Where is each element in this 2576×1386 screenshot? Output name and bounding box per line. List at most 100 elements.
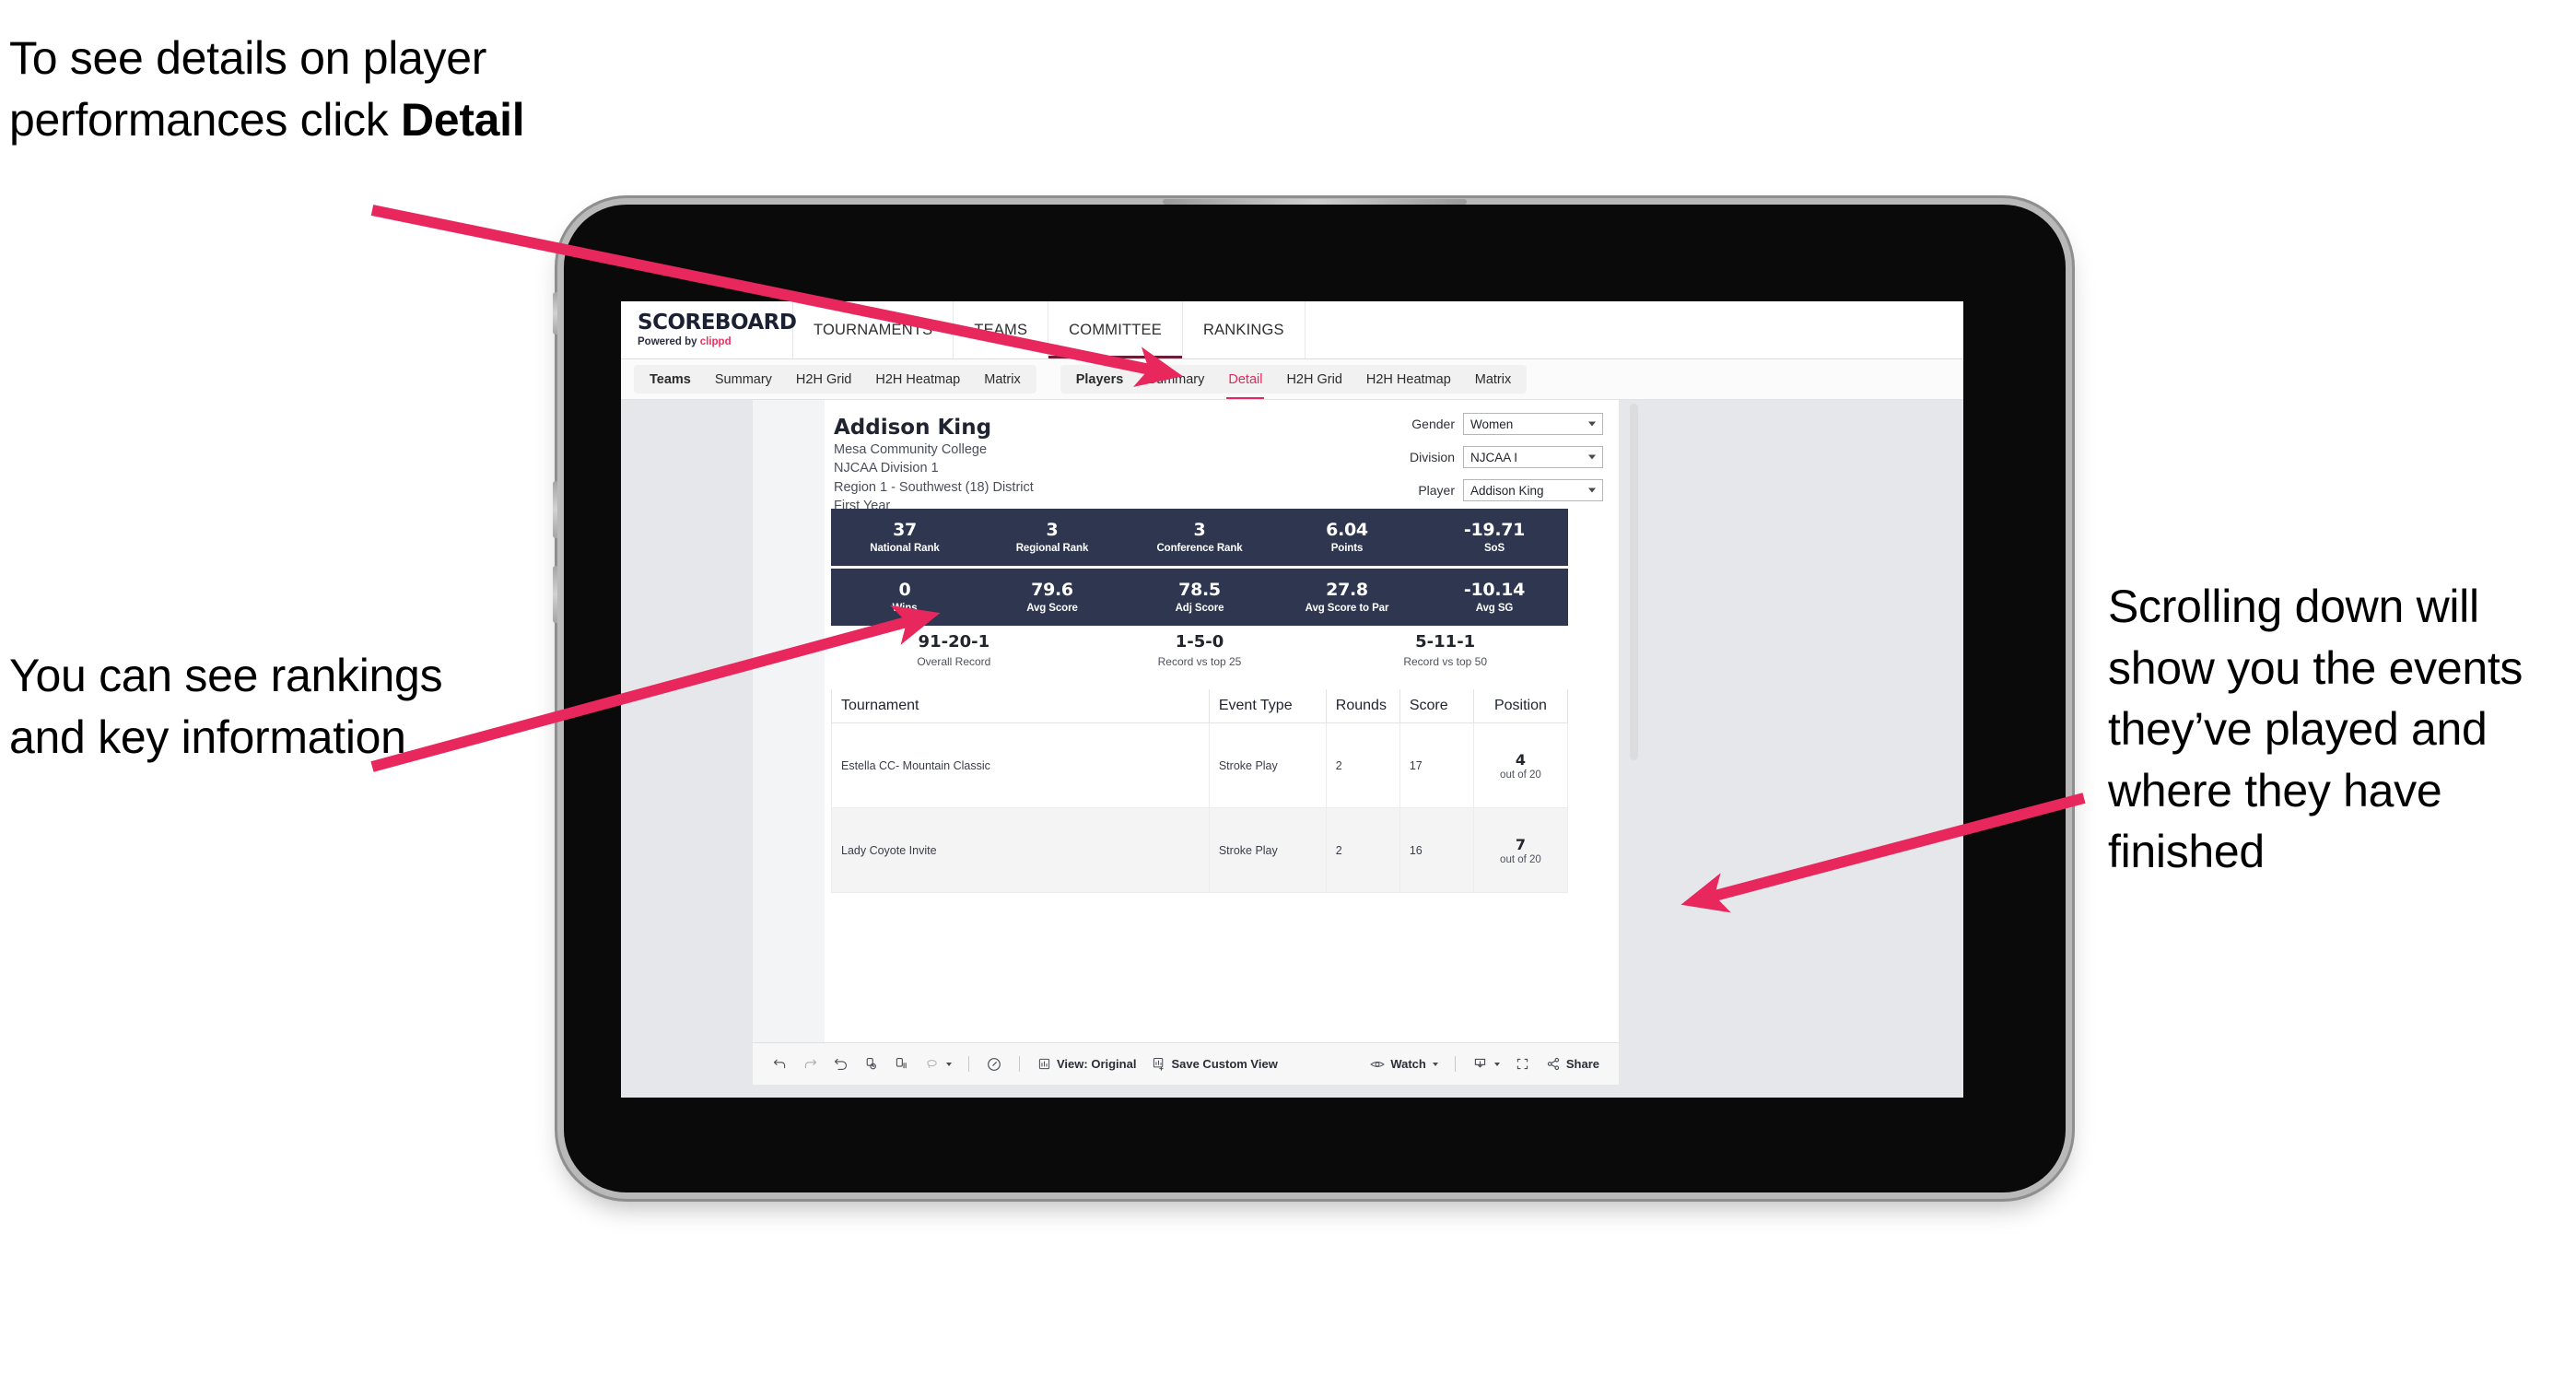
tabgroup-label-players: Players bbox=[1075, 371, 1124, 387]
annotation-detail-tab: To see details on player performances cl… bbox=[9, 28, 599, 150]
lasso-icon bbox=[927, 1060, 937, 1068]
topnav-item-teams[interactable]: TEAMS bbox=[954, 301, 1049, 358]
filter-value-player: Addison King bbox=[1470, 483, 1544, 498]
view-original-label: View: Original bbox=[1057, 1057, 1137, 1071]
chevron-down-icon bbox=[946, 1062, 952, 1066]
tab-players-detail[interactable]: Detail bbox=[1216, 365, 1274, 399]
toolbar-divider bbox=[968, 1056, 969, 1072]
redo-icon bbox=[804, 1059, 817, 1069]
vertical-scrollbar[interactable] bbox=[1630, 404, 1638, 760]
redo-button[interactable] bbox=[796, 1051, 825, 1078]
tab-teams-summary[interactable]: Summary bbox=[703, 365, 784, 393]
stat-value: 78.5 bbox=[1178, 579, 1221, 600]
refresh-button[interactable] bbox=[857, 1051, 885, 1078]
tab-players-h2h-heatmap[interactable]: H2H Heatmap bbox=[1354, 365, 1463, 393]
topnav-item-tournaments[interactable]: TOURNAMENTS bbox=[793, 301, 954, 358]
filter-select-division[interactable]: NJCAA I bbox=[1463, 446, 1603, 468]
pause-button[interactable] bbox=[887, 1051, 916, 1078]
position-number: 7 bbox=[1515, 835, 1526, 853]
tab-players-matrix[interactable]: Matrix bbox=[1463, 365, 1523, 393]
stat-regional-rank: 3 Regional Rank bbox=[978, 519, 1126, 555]
chevron-down-icon bbox=[1588, 487, 1596, 493]
column-header-position[interactable]: Position bbox=[1472, 689, 1569, 723]
column-header-tournament[interactable]: Tournament bbox=[831, 689, 1210, 723]
dashboard-sheet-inner: Addison King Mesa Community College NJCA… bbox=[825, 400, 1638, 1042]
record-summary-row: 91-20-1 Overall Record 1-5-0 Record vs t… bbox=[831, 632, 1568, 668]
table-row[interactable]: Estella CC- Mountain Classic Stroke Play… bbox=[831, 722, 1569, 808]
player-name: Addison King bbox=[834, 416, 992, 440]
record-value: 1-5-0 bbox=[1175, 632, 1224, 652]
dashboard-sheet: Addison King Mesa Community College NJCA… bbox=[753, 400, 1638, 1042]
watch-label: Watch bbox=[1390, 1057, 1426, 1071]
position-out-of: out of 20 bbox=[1500, 853, 1541, 865]
stat-label: SoS bbox=[1483, 543, 1505, 555]
share-button[interactable]: Share bbox=[1539, 1051, 1606, 1078]
stat-label: Avg Score to Par bbox=[1305, 603, 1389, 615]
brand-logo[interactable]: SCOREBOARD Powered by clippd bbox=[621, 301, 797, 358]
filter-row-player: Player Addison King bbox=[1367, 479, 1603, 501]
cell-position: 7 out of 20 bbox=[1472, 807, 1569, 893]
tab-teams-matrix[interactable]: Matrix bbox=[972, 365, 1032, 393]
filter-select-gender[interactable]: Women bbox=[1463, 413, 1603, 435]
tabgroup-players: Players Summary Detail H2H Grid H2H Heat… bbox=[1060, 365, 1528, 399]
viz-toolbar-bar: View: Original Save Custom View Watch Sh… bbox=[753, 1042, 1619, 1085]
record-value: 91-20-1 bbox=[918, 632, 990, 652]
topnav-item-committee[interactable]: COMMITTEE bbox=[1048, 301, 1183, 358]
stat-avg-score-to-par: 27.8 Avg Score to Par bbox=[1273, 579, 1421, 615]
tab-teams-h2h-heatmap[interactable]: H2H Heatmap bbox=[863, 365, 972, 393]
position-number: 4 bbox=[1515, 750, 1526, 769]
table-row[interactable]: Lady Coyote Invite Stroke Play 2 16 7 ou… bbox=[831, 807, 1569, 893]
filter-select-player[interactable]: Addison King bbox=[1463, 479, 1603, 501]
brand-clippd: clippd bbox=[699, 336, 732, 347]
topnav-item-rankings[interactable]: RANKINGS bbox=[1183, 301, 1306, 358]
stat-value: 79.6 bbox=[1031, 579, 1073, 600]
cell-position: 4 out of 20 bbox=[1472, 722, 1569, 808]
stat-label: Adj Score bbox=[1175, 603, 1224, 615]
stat-value: 27.8 bbox=[1326, 579, 1368, 600]
revert-button[interactable] bbox=[826, 1051, 855, 1078]
save-custom-view-button[interactable]: Save Custom View bbox=[1144, 1051, 1283, 1078]
tab-players-summary[interactable]: Summary bbox=[1135, 365, 1216, 393]
tournaments-table: Tournament Event Type Rounds Score Posit… bbox=[831, 689, 1569, 893]
stat-avg-score: 79.6 Avg Score bbox=[978, 579, 1126, 615]
tablet-side-button-2 bbox=[553, 481, 557, 538]
tab-teams-h2h-grid[interactable]: H2H Grid bbox=[784, 365, 863, 393]
filter-value-division: NJCAA I bbox=[1470, 450, 1518, 464]
player-school: Mesa Community College bbox=[834, 441, 988, 457]
fullscreen-button[interactable] bbox=[1508, 1051, 1537, 1078]
app-tab-strip: Teams Summary H2H Grid H2H Heatmap Matri… bbox=[621, 359, 1963, 400]
stat-value: 6.04 bbox=[1326, 519, 1368, 540]
filter-row-division: Division NJCAA I bbox=[1367, 446, 1603, 468]
brand-powered-prefix: Powered by bbox=[638, 336, 700, 347]
stat-value: 3 bbox=[1046, 519, 1059, 540]
view-original-button[interactable]: View: Original bbox=[1030, 1051, 1142, 1078]
annotation-rankings: You can see rankings and key information bbox=[9, 650, 443, 763]
brand-powered-by: Powered by clippd bbox=[638, 336, 792, 347]
stat-value: 0 bbox=[898, 579, 911, 600]
watch-button[interactable]: Watch bbox=[1363, 1051, 1445, 1078]
app-top-navigation: SCOREBOARD Powered by clippd TOURNAMENTS… bbox=[621, 301, 1963, 359]
filter-panel: Gender Women Division NJCAA I Player Add… bbox=[1367, 413, 1603, 512]
download-button[interactable] bbox=[1466, 1051, 1506, 1078]
stat-bar-rankings: 37 National Rank 3 Regional Rank 3 Confe… bbox=[831, 509, 1568, 566]
column-header-score[interactable]: Score bbox=[1399, 689, 1474, 723]
undo-dropdown-button[interactable] bbox=[918, 1051, 958, 1078]
download-icon bbox=[1474, 1058, 1486, 1068]
toolbar-divider bbox=[1454, 1056, 1456, 1072]
record-label: Record vs top 25 bbox=[1157, 654, 1242, 668]
tab-players-h2h-grid[interactable]: H2H Grid bbox=[1274, 365, 1353, 393]
cell-tournament: Estella CC- Mountain Classic bbox=[831, 722, 1210, 808]
view-icon bbox=[1038, 1058, 1050, 1070]
undo-button[interactable] bbox=[766, 1051, 794, 1078]
player-header: Addison King Mesa Community College NJCA… bbox=[834, 416, 1034, 516]
stat-adj-score: 78.5 Adj Score bbox=[1126, 579, 1273, 615]
stat-value: -10.14 bbox=[1463, 579, 1526, 600]
pause-auto-updates-button[interactable] bbox=[979, 1051, 1009, 1078]
column-header-event-type[interactable]: Event Type bbox=[1208, 689, 1327, 723]
filter-label-player: Player bbox=[1418, 483, 1455, 498]
column-header-rounds[interactable]: Rounds bbox=[1325, 689, 1400, 723]
stat-label: Regional Rank bbox=[1015, 543, 1089, 555]
stat-conference-rank: 3 Conference Rank bbox=[1126, 520, 1273, 555]
cell-event-type: Stroke Play bbox=[1208, 807, 1327, 893]
refresh-icon bbox=[866, 1057, 876, 1070]
